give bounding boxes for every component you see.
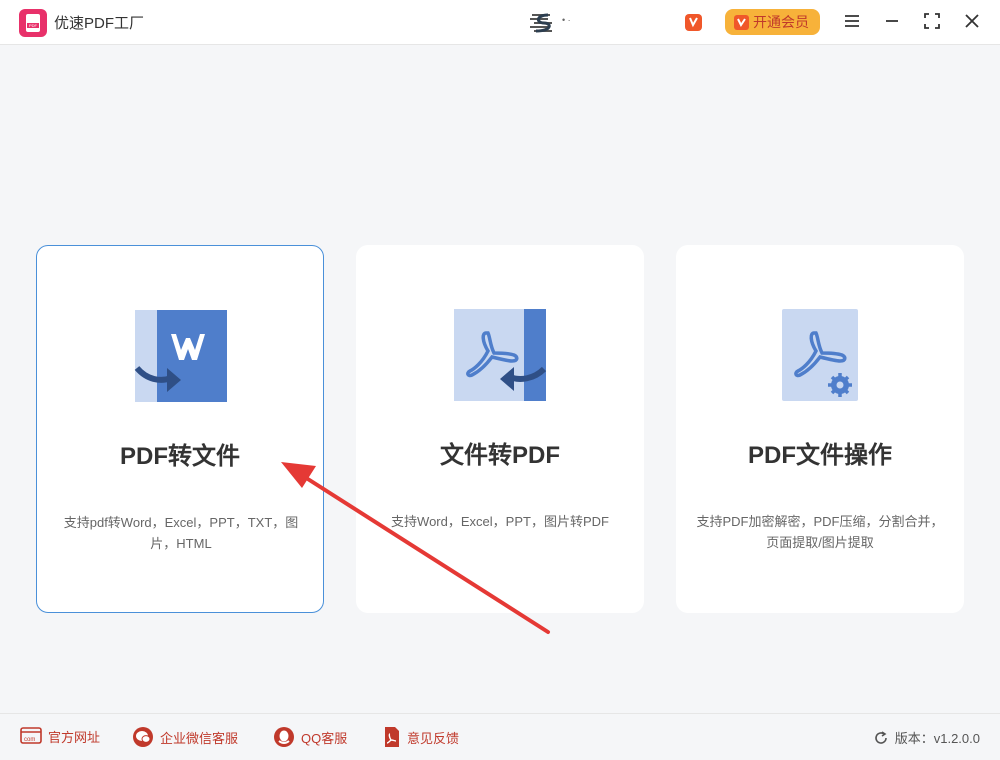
footer-link-label: 企业微信客服 — [160, 730, 239, 746]
card-description: 支持Word，Excel，PPT，图片转PDF — [391, 514, 609, 529]
version-label: 版本：v1.2.0.0 — [894, 731, 980, 746]
official-website-link[interactable]: com 官方网址 — [20, 726, 100, 746]
card-title: PDF文件操作 — [748, 442, 892, 469]
pdf-operations-card[interactable]: PDF文件操作 支持PDF加密解密，PDF压缩，分割合并，页面提取/图片提取 — [676, 245, 964, 613]
maximize-icon[interactable] — [922, 11, 942, 31]
vip-icon — [734, 14, 749, 30]
footer-link-label: 意见反馈 — [407, 730, 460, 746]
qq-icon — [274, 727, 294, 747]
brand-text: • · — [562, 15, 571, 25]
brand-logo-icon — [530, 13, 552, 33]
refresh-icon[interactable] — [873, 730, 889, 746]
wechat-icon — [133, 727, 153, 747]
qq-service-link[interactable]: QQ客服 — [273, 726, 347, 748]
pdf-to-file-card[interactable]: PDF转文件 支持pdf转Word，Excel，PPT，TXT，图片，HTML — [36, 245, 324, 613]
card-title: 文件转PDF — [440, 442, 560, 469]
app-title: 优速PDF工厂 — [54, 15, 145, 32]
card-description: 支持PDF加密解密，PDF压缩，分割合并，页面提取/图片提取 — [696, 514, 944, 550]
svg-text:com: com — [24, 737, 35, 743]
version-info: 版本：v1.2.0.0 — [873, 728, 980, 747]
close-icon[interactable] — [962, 11, 982, 31]
card-title: PDF转文件 — [120, 443, 240, 470]
footer-link-label: QQ客服 — [301, 730, 348, 746]
title-bar: PDF 优速PDF工厂 • · 开通会员 — [0, 0, 1000, 45]
vip-badge-icon[interactable] — [685, 14, 702, 31]
open-membership-label: 开通会员 — [753, 14, 809, 30]
open-membership-button[interactable]: 开通会员 — [725, 9, 820, 35]
card-description: 支持pdf转Word，Excel，PPT，TXT，图片，HTML — [63, 515, 299, 551]
wechat-service-link[interactable]: 企业微信客服 — [132, 726, 238, 748]
website-icon: com — [20, 727, 42, 744]
feedback-icon — [385, 727, 399, 747]
footer-link-label: 官方网址 — [48, 729, 101, 745]
file-to-pdf-card[interactable]: 文件转PDF 支持Word，Excel，PPT，图片转PDF — [356, 245, 644, 613]
pdf-settings-icon — [782, 309, 858, 401]
menu-icon[interactable] — [842, 11, 862, 31]
pdf-to-word-icon — [134, 310, 227, 402]
minimize-icon[interactable] — [882, 11, 902, 31]
footer-bar: com 官方网址 企业微信客服 QQ客服 意见反馈 版本：v1.2.0.0 — [0, 713, 1000, 760]
file-to-pdf-icon — [454, 309, 547, 401]
app-logo-icon: PDF — [19, 9, 47, 37]
feedback-link[interactable]: 意见反馈 — [383, 726, 459, 748]
